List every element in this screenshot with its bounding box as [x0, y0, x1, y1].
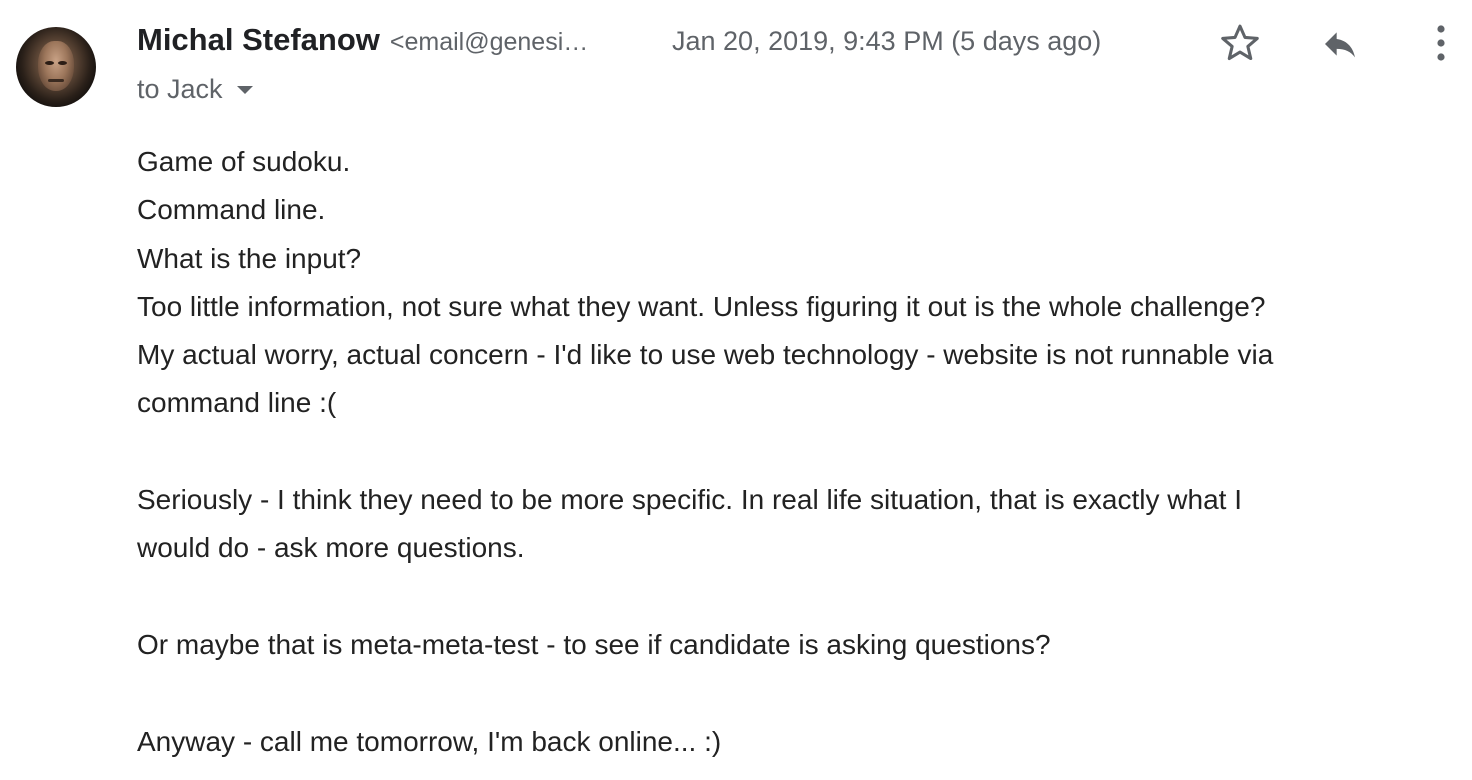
body-line: would do - ask more questions. [137, 532, 525, 564]
body-blank-line [137, 573, 1467, 621]
body-line: Command line. [137, 194, 326, 226]
body-line: Too little information, not sure what th… [137, 290, 1266, 322]
avatar-face [38, 41, 74, 91]
avatar-eye-left [45, 61, 54, 65]
body-line: Or maybe that is meta-meta-test - to see… [137, 628, 1051, 660]
reply-button[interactable] [1314, 20, 1366, 68]
sender-name[interactable]: Michal Stefanow [137, 22, 380, 58]
more-options-button[interactable] [1424, 18, 1458, 68]
body-blank-line [137, 428, 1467, 476]
body-line: command line :( [137, 387, 337, 419]
star-icon [1221, 24, 1259, 61]
sender-line: Michal Stefanow <email@genesi… [137, 22, 588, 62]
message-date: Jan 20, 2019, 9:43 PM (5 days ago) [672, 26, 1102, 56]
body-line: Anyway - call me tomorrow, I'm back onli… [137, 725, 722, 757]
reply-icon [1325, 32, 1355, 58]
body-line: My actual worry, actual concern - I'd li… [137, 339, 1274, 371]
avatar-mouth [48, 79, 64, 82]
message-body: Game of sudoku. Command line. What is th… [137, 138, 1467, 766]
sender-avatar[interactable] [16, 27, 96, 107]
recipients-line: to Jack [137, 74, 253, 105]
recipients-label: to Jack [137, 74, 223, 104]
body-line: Game of sudoku. [137, 146, 351, 177]
body-blank-line [137, 669, 1467, 717]
body-line: Seriously - I think they need to be more… [137, 484, 1242, 516]
sender-email: <email@genesi… [389, 28, 589, 56]
more-vert-icon [1437, 25, 1445, 61]
body-line: What is the input? [137, 242, 362, 274]
chevron-down-icon[interactable] [236, 85, 253, 94]
avatar-eye-right [58, 61, 67, 65]
star-button[interactable] [1214, 18, 1266, 68]
